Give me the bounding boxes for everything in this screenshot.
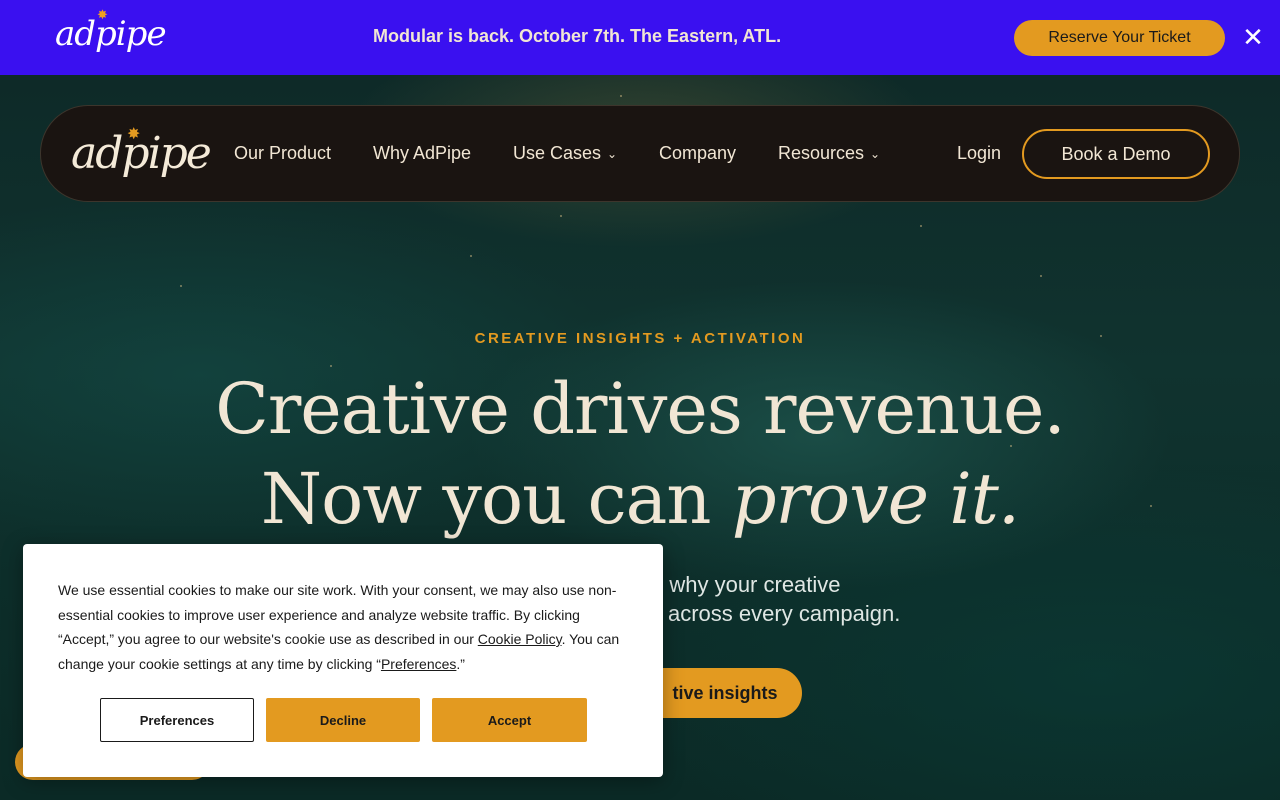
accept-button[interactable]: Accept: [432, 698, 587, 742]
logo-star-icon: ✸: [127, 124, 140, 143]
nav-item-label: Our Product: [234, 143, 332, 163]
nav-item-label: Company: [659, 143, 737, 163]
nav-item-label: Resources: [778, 143, 865, 163]
banner-logo[interactable]: adpipe ✸: [55, 8, 167, 54]
nav-item-use-cases[interactable]: Use Cases ⌄: [513, 143, 617, 164]
cookie-text: We use essential cookies to make our sit…: [58, 578, 633, 676]
hero-eyebrow: CREATIVE INSIGHTS + ACTIVATION: [474, 330, 806, 347]
main-nav: adpipe ✸ Our Product Why AdPipe Use Case…: [40, 105, 1240, 202]
headline-plain: Now you can: [260, 458, 732, 540]
nav-logo[interactable]: adpipe ✸: [71, 124, 212, 179]
login-link[interactable]: Login: [957, 143, 1001, 164]
decline-button[interactable]: Decline: [266, 698, 420, 742]
nav-item-our-product[interactable]: Our Product: [234, 143, 331, 164]
close-icon[interactable]: ✕: [1240, 24, 1266, 50]
nav-item-company[interactable]: Company: [659, 143, 736, 164]
nav-logo-text: adpipe: [71, 128, 212, 179]
preferences-link[interactable]: Preferences: [381, 656, 456, 672]
reserve-ticket-button[interactable]: Reserve Your Ticket: [1014, 20, 1225, 56]
nav-item-label: Why AdPipe: [373, 143, 472, 163]
cookie-policy-link[interactable]: Cookie Policy: [478, 631, 562, 647]
nav-item-label: Use Cases: [513, 143, 602, 163]
logo-star-icon: ✸: [97, 8, 108, 23]
headline-italic: prove it.: [731, 458, 1020, 540]
book-demo-button[interactable]: Book a Demo: [1022, 129, 1210, 179]
hero-headline-line1: Creative drives revenue.: [215, 368, 1065, 450]
nav-item-resources[interactable]: Resources ⌄: [778, 143, 880, 164]
banner-text: Modular is back. October 7th. The Easter…: [373, 26, 782, 46]
nav-item-why-adpipe[interactable]: Why AdPipe: [373, 143, 471, 164]
preferences-button[interactable]: Preferences: [100, 698, 254, 742]
hero-headline-line2: Now you can prove it.: [0, 458, 1280, 540]
cookie-consent-dialog: We use essential cookies to make our sit…: [23, 544, 663, 777]
cookie-text-part: .”: [456, 655, 465, 672]
chevron-down-icon: ⌄: [870, 146, 881, 161]
chevron-down-icon: ⌄: [607, 146, 618, 161]
announcement-banner: adpipe ✸ Modular is back. October 7th. T…: [0, 0, 1280, 75]
banner-logo-text: adpipe: [55, 14, 167, 54]
